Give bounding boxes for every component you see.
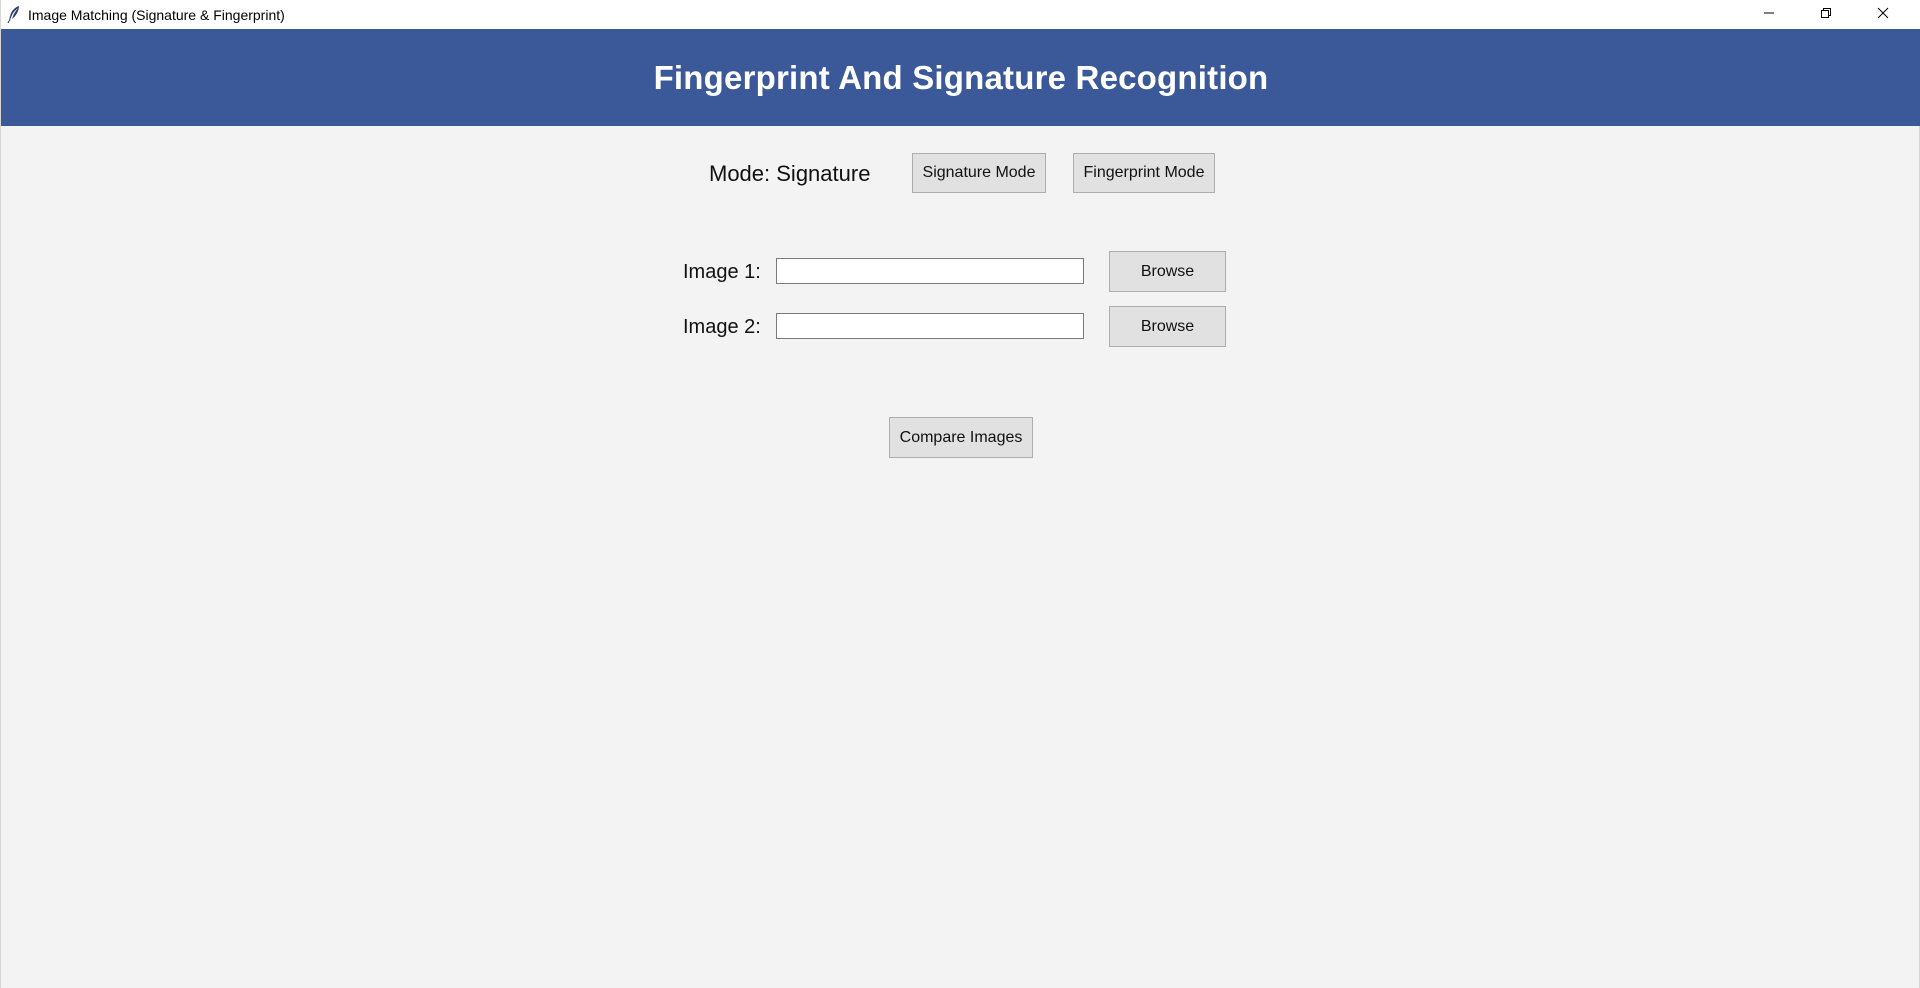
restore-button[interactable] [1797, 0, 1854, 29]
compare-images-button[interactable]: Compare Images [889, 417, 1033, 458]
fingerprint-mode-button[interactable]: Fingerprint Mode [1073, 153, 1215, 193]
page-title: Fingerprint And Signature Recognition [653, 58, 1269, 96]
feather-icon [7, 5, 21, 24]
minimize-button[interactable] [1740, 0, 1797, 29]
title-bar: Image Matching (Signature & Fingerprint) [1, 0, 1920, 29]
mode-label: Mode: Signature [709, 161, 871, 186]
app-header: Fingerprint And Signature Recognition [1, 29, 1920, 126]
image1-label: Image 1: [683, 261, 761, 283]
image1-path-field[interactable] [776, 258, 1084, 284]
image1-browse-button[interactable]: Browse [1109, 251, 1226, 292]
app-window: Image Matching (Signature & Fingerprint) [0, 0, 1920, 988]
image2-path-field[interactable] [776, 313, 1084, 339]
close-button[interactable] [1854, 0, 1911, 29]
restore-icon [1820, 6, 1832, 24]
image2-browse-button[interactable]: Browse [1109, 306, 1226, 347]
close-icon [1877, 6, 1889, 24]
window-title: Image Matching (Signature & Fingerprint) [28, 7, 285, 23]
signature-mode-button[interactable]: Signature Mode [912, 153, 1046, 193]
image2-label: Image 2: [683, 316, 761, 338]
minimize-icon [1763, 6, 1775, 24]
